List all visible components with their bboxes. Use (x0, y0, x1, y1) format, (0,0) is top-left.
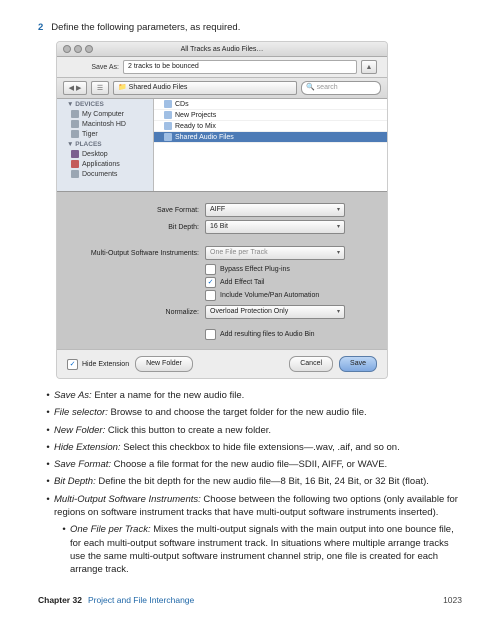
step-text: Define the following parameters, as requ… (51, 22, 240, 33)
cancel-button[interactable]: Cancel (289, 356, 333, 372)
sidebar-item-mycomputer[interactable]: My Computer (57, 109, 153, 119)
chevron-icon: ▾ (337, 247, 340, 259)
zoom-icon (85, 45, 93, 53)
normalize-label: Normalize: (67, 309, 205, 316)
normalize-select[interactable]: Overload Protection Only▾ (205, 305, 345, 319)
options-panel: Save Format:AIFF▾ Bit Depth:16 Bit▾ Mult… (57, 191, 387, 349)
titlebar: All Tracks as Audio Files… (57, 42, 387, 57)
sidebar-item-hd[interactable]: Macintosh HD (57, 119, 153, 129)
sidebar-item-desktop[interactable]: Desktop (57, 149, 153, 159)
save-button[interactable]: Save (339, 356, 377, 372)
hide-extension-checkbox[interactable]: ✓Hide Extension (67, 358, 129, 371)
file-toolbar: ◀ ▶ ☰ 📁 Shared Audio Files 🔍 search (57, 77, 387, 99)
step-number: 2 (38, 22, 43, 33)
list-item[interactable]: Ready to Mix (154, 121, 387, 132)
sidebar-item-tiger[interactable]: Tiger (57, 129, 153, 139)
disk-icon (71, 120, 79, 128)
places-heading: ▼ PLACES (57, 139, 153, 149)
dialog-footer: ✓Hide Extension New Folder Cancel Save (57, 349, 387, 378)
search-input[interactable]: 🔍 search (301, 81, 381, 95)
disk-icon (71, 130, 79, 138)
list-item-selected[interactable]: Shared Audio Files (154, 132, 387, 143)
bit-depth-label: Bit Depth: (67, 224, 205, 231)
folder-icon (164, 100, 172, 108)
sidebar-item-documents[interactable]: Documents (57, 169, 153, 179)
effect-tail-checkbox[interactable]: ✓Add Effect Tail (205, 276, 377, 289)
folder-icon (164, 133, 172, 141)
back-button[interactable]: ◀ ▶ (63, 81, 87, 95)
collapse-button[interactable]: ▲ (361, 60, 377, 74)
folder-icon (164, 111, 172, 119)
close-icon (63, 45, 71, 53)
list-item[interactable]: New Projects (154, 110, 387, 121)
step: 2 Define the following parameters, as re… (38, 22, 462, 33)
multi-output-select[interactable]: One File per Track▾ (205, 246, 345, 260)
multi-output-label: Multi-Output Software Instruments: (67, 250, 205, 257)
bypass-checkbox[interactable]: Bypass Effect Plug-ins (205, 263, 377, 276)
chevron-icon: ▾ (337, 221, 340, 233)
dialog-title: All Tracks as Audio Files… (181, 46, 264, 53)
apps-icon (71, 160, 79, 168)
file-list: CDs New Projects Ready to Mix Shared Aud… (154, 99, 387, 191)
sidebar-item-applications[interactable]: Applications (57, 159, 153, 169)
new-folder-button[interactable]: New Folder (135, 356, 193, 372)
sidebar: ▼ DEVICES My Computer Macintosh HD Tiger… (57, 99, 154, 191)
folder-icon (164, 122, 172, 130)
devices-heading: ▼ DEVICES (57, 99, 153, 109)
dialog-screenshot: All Tracks as Audio Files… Save As: 2 tr… (56, 41, 388, 379)
save-as-input[interactable]: 2 tracks to be bounced (123, 60, 357, 74)
minimize-icon (74, 45, 82, 53)
path-dropdown[interactable]: 📁 Shared Audio Files (113, 81, 297, 95)
audio-bin-checkbox[interactable]: Add resulting files to Audio Bin (205, 328, 377, 341)
save-as-label: Save As: (67, 64, 119, 71)
desktop-icon (71, 150, 79, 158)
save-format-label: Save Format: (67, 207, 205, 214)
list-item[interactable]: CDs (154, 99, 387, 110)
chevron-icon: ▾ (337, 204, 340, 216)
bullet-list: •Save As: Enter a name for the new audio… (42, 389, 462, 577)
volume-pan-checkbox[interactable]: Include Volume/Pan Automation (205, 289, 377, 302)
docs-icon (71, 170, 79, 178)
chevron-icon: ▾ (337, 306, 340, 318)
bit-depth-select[interactable]: 16 Bit▾ (205, 220, 345, 234)
computer-icon (71, 110, 79, 118)
save-format-select[interactable]: AIFF▾ (205, 203, 345, 217)
view-list-icon[interactable]: ☰ (91, 81, 109, 95)
